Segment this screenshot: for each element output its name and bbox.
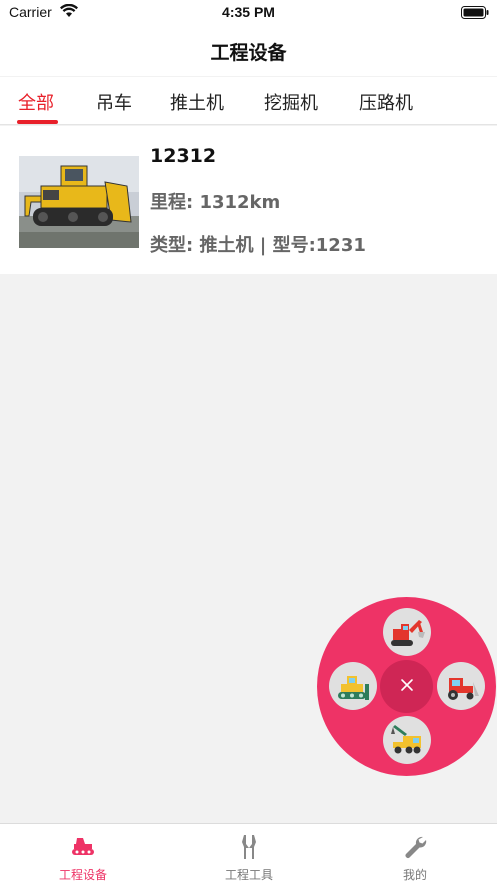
status-time: 4:35 PM xyxy=(222,4,275,20)
bottom-tab-bar: 工程设备 工程工具 我的 xyxy=(0,823,497,883)
tab-excavator[interactable]: 挖掘机 xyxy=(264,89,318,123)
tabbar-label-equipment: 工程设备 xyxy=(58,868,107,882)
close-button[interactable] xyxy=(380,660,433,713)
category-tabs: 全部 吊车 推土机 挖掘机 压路机 xyxy=(0,77,497,125)
tab-bulldozer[interactable]: 推土机 xyxy=(170,89,224,123)
tabbar-item-tools[interactable]: 工程工具 xyxy=(166,824,332,883)
tabbar-item-mine[interactable]: 我的 xyxy=(332,824,497,883)
equipment-name: 12312 xyxy=(150,145,217,167)
wrench-icon xyxy=(332,834,497,860)
crane-truck-icon[interactable] xyxy=(383,716,431,764)
tools-icon xyxy=(166,834,332,860)
equipment-mileage: 里程: 1312km xyxy=(150,192,281,213)
equipment-list-item[interactable]: 12312 里程: 1312km 类型: 推土机 | 型号:1231 xyxy=(0,126,497,274)
tabbar-item-equipment[interactable]: 工程设备 xyxy=(0,824,166,883)
equipment-icon xyxy=(0,834,166,860)
tractor-icon[interactable] xyxy=(437,662,485,710)
bulldozer-photo xyxy=(19,156,139,248)
tabbar-label-tools: 工程工具 xyxy=(224,868,273,882)
close-icon xyxy=(399,677,415,697)
tab-crane[interactable]: 吊车 xyxy=(96,89,132,123)
navigation-bar: 工程设备 xyxy=(0,26,497,76)
active-tab-indicator xyxy=(17,120,58,124)
tab-road-roller[interactable]: 压路机 xyxy=(359,89,413,123)
battery-icon xyxy=(461,6,489,23)
page-title: 工程设备 xyxy=(210,41,287,64)
equipment-type-model: 类型: 推土机 | 型号:1231 xyxy=(150,235,366,256)
excavator-icon[interactable] xyxy=(383,608,431,656)
status-bar: Carrier 4:35 PM xyxy=(0,0,497,26)
tab-all[interactable]: 全部 xyxy=(18,89,54,123)
tabbar-label-mine: 我的 xyxy=(402,868,427,882)
bulldozer-icon[interactable] xyxy=(329,662,377,710)
